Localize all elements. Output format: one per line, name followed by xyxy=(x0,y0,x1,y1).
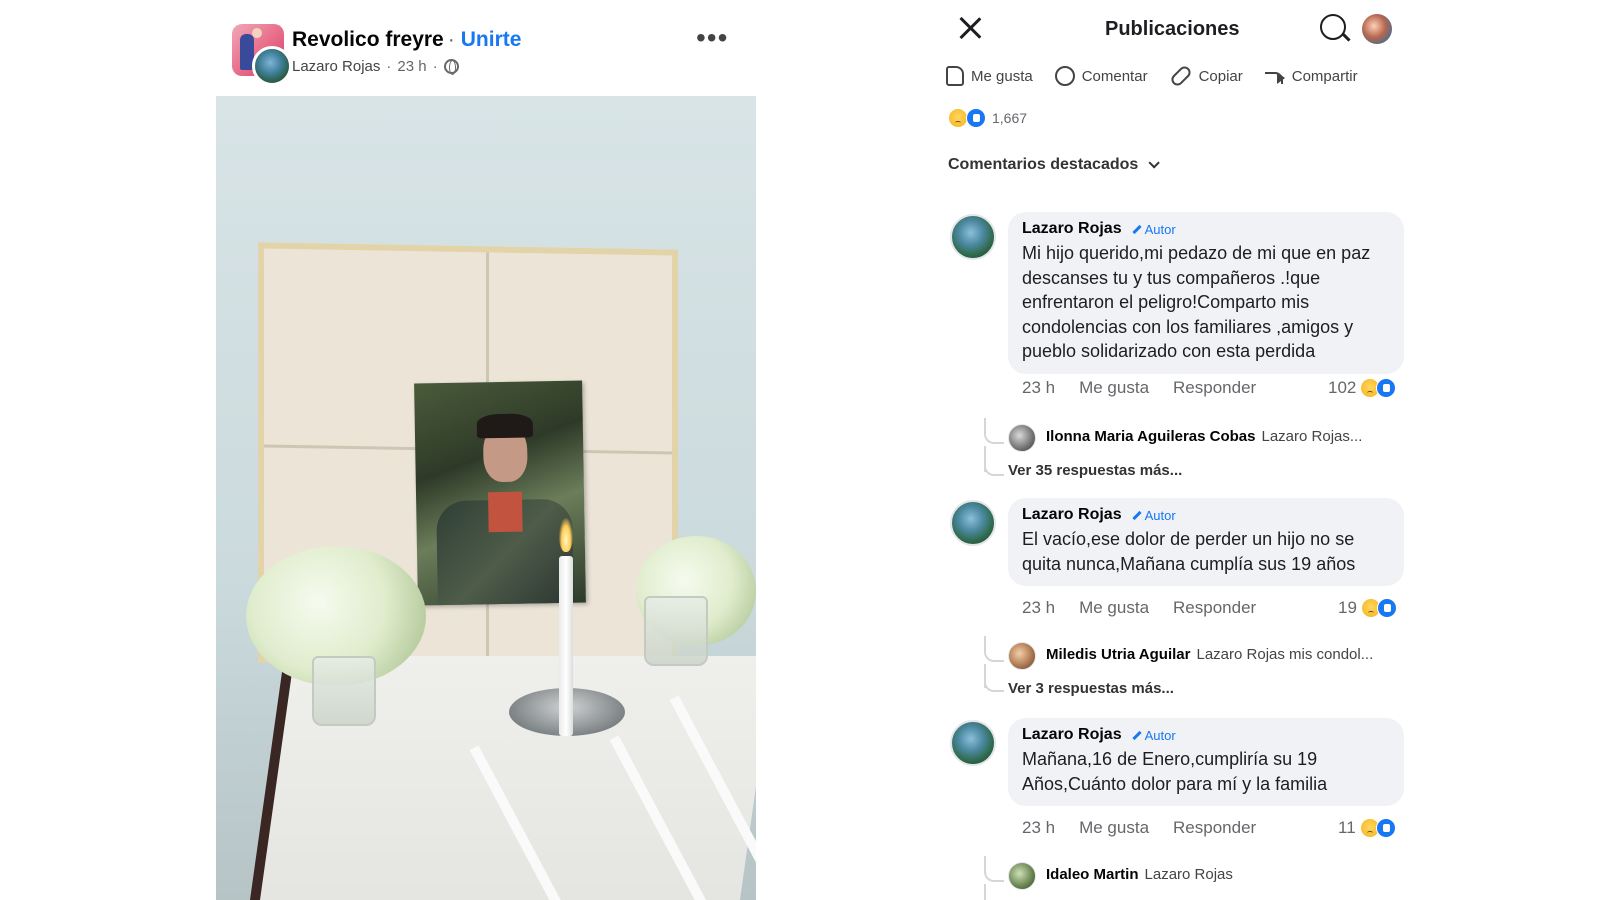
comment-like-button[interactable]: Me gusta xyxy=(1079,378,1149,398)
chevron-down-icon xyxy=(1148,157,1161,169)
comment-reactions[interactable]: 102 xyxy=(1328,378,1397,398)
like-reaction-icon xyxy=(1375,818,1396,838)
like-button[interactable]: Me gusta xyxy=(946,66,1033,86)
comment-reaction-count: 19 xyxy=(1338,598,1357,617)
group-name-line: Revolico freyre · Unirte xyxy=(292,28,522,51)
comment-like-button[interactable]: Me gusta xyxy=(1079,818,1149,838)
reply-thread-line xyxy=(984,668,1004,692)
post-reactions[interactable]: 1,667 xyxy=(948,108,1027,128)
panel-title: Publicaciones xyxy=(1105,18,1240,40)
like-reaction-icon xyxy=(1376,598,1397,618)
photo-candle xyxy=(559,556,573,736)
comment-text: Mi hijo querido,mi pedazo de mi que en p… xyxy=(1022,243,1371,361)
comment-reply-button[interactable]: Responder xyxy=(1173,598,1256,618)
post-meta: Lazaro Rojas · 23 h · xyxy=(292,58,459,75)
view-more-replies[interactable]: Ver 35 respuestas más... xyxy=(1008,462,1182,479)
post-author[interactable]: Lazaro Rojas xyxy=(292,58,380,75)
comment-button[interactable]: Comentar xyxy=(1054,66,1148,86)
reply-avatar[interactable] xyxy=(1008,424,1036,452)
join-button[interactable]: Unirte xyxy=(461,28,522,51)
author-badge: Autor xyxy=(1131,222,1176,237)
share-arrow-icon xyxy=(1264,66,1285,86)
pencil-icon xyxy=(1131,224,1142,234)
more-options-icon[interactable]: ••• xyxy=(696,22,728,54)
comment-like-button[interactable]: Me gusta xyxy=(1079,598,1149,618)
reply-thread-line xyxy=(984,418,1004,444)
author-badge: Autor xyxy=(1131,728,1176,743)
author-avatar[interactable] xyxy=(252,46,292,86)
post-header: Revolico freyre · Unirte Lazaro Rojas · 23… xyxy=(228,22,748,86)
comment-author[interactable]: Lazaro Rojas xyxy=(1022,220,1122,238)
post-photo[interactable] xyxy=(216,96,756,900)
close-icon[interactable] xyxy=(956,14,984,42)
share-button[interactable]: Compartir xyxy=(1264,66,1358,86)
like-reaction-icon xyxy=(966,108,986,128)
reaction-count: 1,667 xyxy=(992,110,1028,126)
comments-filter-label: Comentarios destacados xyxy=(948,156,1139,173)
comment-label: Comentar xyxy=(1081,67,1148,85)
like-reaction-icon xyxy=(1376,378,1397,398)
comment-bubble: Lazaro Rojas Autor Mi hijo querido,mi ped… xyxy=(1008,212,1404,374)
copy-button[interactable]: Copiar xyxy=(1168,63,1243,89)
reply-preview[interactable]: Miledis Utria Aguilar Lazaro Rojas mis co… xyxy=(1046,646,1373,663)
comment-avatar[interactable] xyxy=(950,500,996,546)
profile-avatar[interactable] xyxy=(1362,14,1392,44)
thumbs-up-icon xyxy=(946,66,964,86)
comment-reply-button[interactable]: Responder xyxy=(1173,378,1256,398)
reply-thread-line xyxy=(984,450,1004,476)
reply-preview[interactable]: Idaleo Martin Lazaro Rojas xyxy=(1046,866,1233,883)
comment-actions: 23 h Me gusta Responder xyxy=(1022,378,1256,398)
comment-time[interactable]: 23 h xyxy=(1022,818,1055,838)
sad-reaction-icon xyxy=(948,108,968,128)
link-icon xyxy=(1168,63,1193,89)
reply-thread-line xyxy=(984,636,1004,662)
comment-bubble: Lazaro Rojas Autor El vacío,ese dolor de … xyxy=(1008,498,1404,586)
comment-avatar[interactable] xyxy=(950,214,996,260)
reply-avatar[interactable] xyxy=(1008,642,1036,670)
author-badge: Autor xyxy=(1131,508,1176,523)
share-label: Compartir xyxy=(1291,67,1358,85)
reply-thread-line xyxy=(984,856,1004,882)
comment-reaction-count: 11 xyxy=(1338,818,1356,837)
comments-filter[interactable]: Comentarios destacados xyxy=(948,156,1161,174)
reply-avatar[interactable] xyxy=(1008,862,1036,890)
comment-actions: 23 h Me gusta Responder xyxy=(1022,598,1256,618)
speech-bubble-icon xyxy=(1054,66,1075,86)
comment-time[interactable]: 23 h xyxy=(1022,598,1055,618)
pencil-icon xyxy=(1131,730,1142,740)
search-icon[interactable] xyxy=(1320,14,1346,40)
post-time[interactable]: 23 h xyxy=(397,58,426,75)
comment-actions: 23 h Me gusta Responder xyxy=(1022,818,1256,838)
comment-text: El vacío,ese dolor de perder un hijo no … xyxy=(1022,529,1356,574)
reply-preview[interactable]: Ilonna Maria Aguileras Cobas Lazaro Rojas… xyxy=(1046,428,1362,445)
pencil-icon xyxy=(1131,510,1142,520)
view-more-replies[interactable]: Ver 3 respuestas más... xyxy=(1008,680,1174,697)
comment-time[interactable]: 23 h xyxy=(1022,378,1055,398)
comment-reply-button[interactable]: Responder xyxy=(1173,818,1256,838)
post-action-bar: Me gusta Comentar Copiar Compartir xyxy=(946,62,1416,90)
copy-label: Copiar xyxy=(1198,67,1243,85)
globe-icon xyxy=(443,59,459,75)
group-name[interactable]: Revolico freyre xyxy=(292,28,444,51)
like-label: Me gusta xyxy=(971,67,1033,85)
comment-reactions[interactable]: 19 xyxy=(1338,598,1397,618)
comment-avatar[interactable] xyxy=(950,720,996,766)
comment-reactions[interactable]: 11 xyxy=(1338,818,1396,838)
comment-author[interactable]: Lazaro Rojas xyxy=(1022,506,1122,524)
photo-candle-flame xyxy=(559,518,573,552)
comment-reaction-count: 102 xyxy=(1328,378,1357,397)
comment-author[interactable]: Lazaro Rojas xyxy=(1022,726,1122,744)
comment-bubble: Lazaro Rojas Autor Mañana,16 de Enero,cum… xyxy=(1008,718,1404,806)
comment-text: Mañana,16 de Enero,cumpliría su 19 Años,… xyxy=(1022,749,1328,794)
